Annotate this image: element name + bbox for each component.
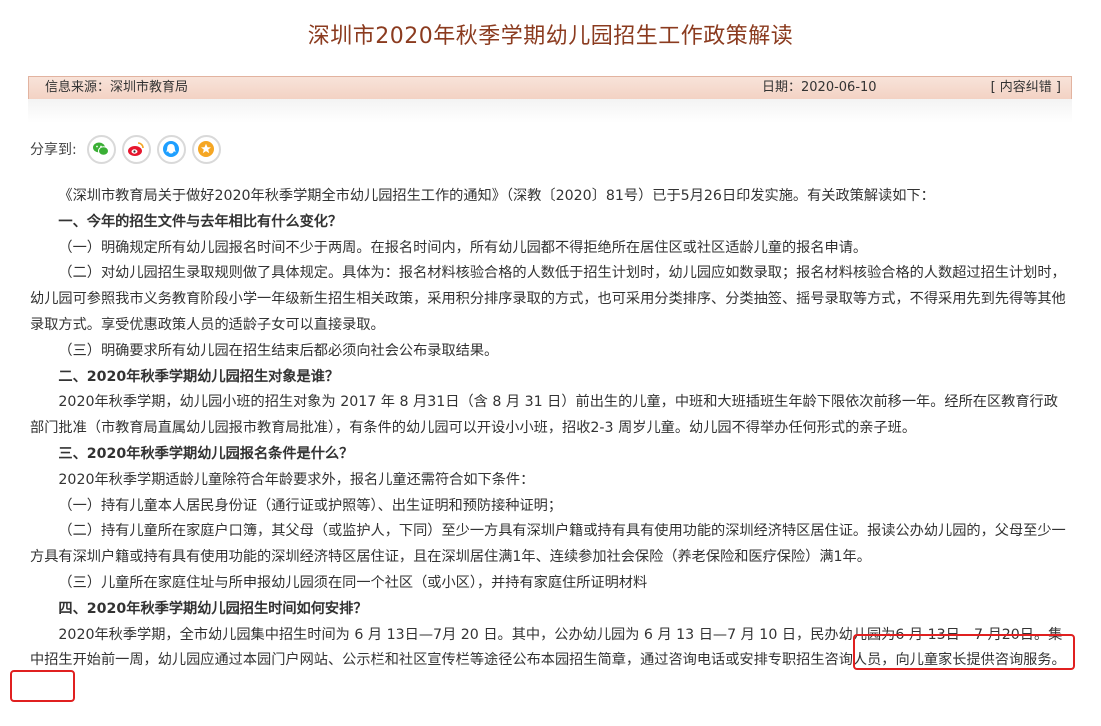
- error-report-link[interactable]: [ 内容纠错 ]: [991, 77, 1061, 99]
- paragraph: （一）明确规定所有幼儿园报名时间不少于两周。在报名时间内，所有幼儿园都不得拒绝所…: [58, 239, 868, 256]
- paragraph: （二）对幼儿园招生录取规则做了具体规定。具体为：报名材料核验合格的人数低于招生计…: [30, 265, 1066, 333]
- section-heading: 三、2020年秋季学期幼儿园报名条件是什么？: [58, 445, 354, 462]
- paragraph: 2020年秋季学期适龄儿童除符合年龄要求外，报名儿童还需符合如下条件：: [58, 471, 535, 488]
- article-body: 《深圳市教育局关于做好2020年秋季学期全市幼儿园招生工作的通知》（深教〔202…: [30, 184, 1070, 674]
- info-bar: 信息来源：深圳市教育局 日期：2020-06-10 [ 内容纠错 ]: [28, 76, 1072, 100]
- info-date: 日期：2020-06-10: [762, 80, 877, 95]
- section-heading: 四、2020年秋季学期幼儿园招生时间如何安排？: [58, 600, 368, 617]
- highlight-box-private-kindergarten: [853, 634, 1075, 670]
- qq-icon[interactable]: [156, 134, 186, 164]
- page-title: 深圳市2020年秋季学期幼儿园招生工作政策解读: [307, 24, 794, 49]
- wechat-icon[interactable]: [86, 134, 116, 164]
- weibo-icon[interactable]: [121, 134, 151, 164]
- highlight-box-end-date: [10, 670, 75, 702]
- share-label: 分享到:: [30, 142, 77, 158]
- paragraph: （一）持有儿童本人居民身份证（通行证或护照等）、出生证明和预防接种证明；: [58, 497, 563, 514]
- share-bar: 分享到:: [30, 133, 227, 165]
- paragraph: （三）明确要求所有幼儿园在招生结束后都必须向社会公布录取结果。: [58, 342, 499, 359]
- paragraph: 2020年秋季学期，幼儿园小班的招生对象为 2017 年 8 月31日（含 8 …: [30, 394, 1058, 437]
- paragraph: （二）持有儿童所在家庭户口簿，其父母（或监护人，下同）至少一方具有深圳户籍或持有…: [30, 523, 1066, 566]
- paragraph: （三）儿童所在家庭住址与所申报幼儿园须在同一个社区（或小区），并持有家庭住所证明…: [58, 574, 648, 591]
- info-bar-shadow: [28, 99, 1072, 123]
- paragraph: 《深圳市教育局关于做好2020年秋季学期全市幼儿园招生工作的通知》（深教〔202…: [58, 188, 935, 204]
- info-source: 信息来源：深圳市教育局: [45, 80, 189, 95]
- section-heading: 一、今年的招生文件与去年相比有什么变化？: [58, 213, 343, 230]
- favorite-icon[interactable]: [191, 134, 221, 164]
- section-heading: 二、2020年秋季学期幼儿园招生对象是谁？: [58, 368, 340, 385]
